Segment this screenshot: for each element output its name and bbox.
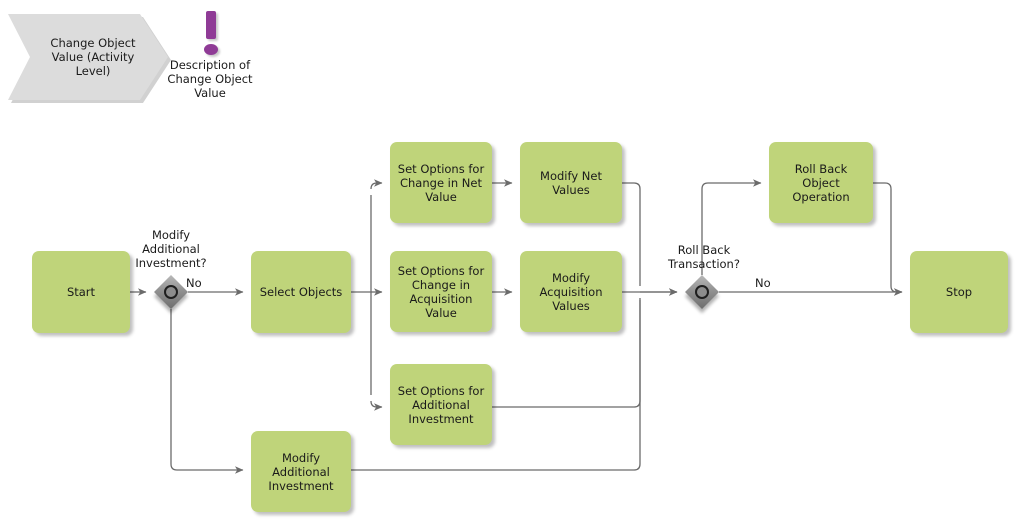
- edge-split-to-set-net: [370, 179, 383, 190]
- edge-modify-net-to-merge: [622, 182, 641, 286]
- node-label-start: Start: [66, 285, 96, 299]
- node-modify_addl[interactable]: Modify Additional Investment: [251, 431, 351, 512]
- edge-rollback-object-to-stop: [873, 182, 903, 296]
- node-label-modify_net: Modify Net Values: [540, 168, 602, 197]
- decision-dec_modify_addl[interactable]: [154, 275, 188, 309]
- node-set_addl[interactable]: Set Options for Additional Investment: [390, 364, 492, 445]
- decision-ring-icon-dec_modify_addl: [164, 285, 178, 299]
- node-label-modify_addl: Modify Additional Investment: [268, 450, 334, 493]
- node-modify_net[interactable]: Modify Net Values: [520, 142, 622, 223]
- node-label-stop: Stop: [945, 285, 973, 299]
- decision-dec_rollback[interactable]: [685, 275, 719, 309]
- flowchart-canvas: Change Object Value (Activity Level) Des…: [0, 0, 1020, 520]
- edge-label-no_modify_addl: No: [186, 276, 202, 290]
- node-label-rollback_obj: Roll Back Object Operation: [792, 161, 850, 204]
- edge-split-to-set-additional: [370, 400, 383, 411]
- node-label-set_net: Set Options for Change in Net Value: [397, 161, 485, 204]
- node-label-select_objects: Select Objects: [259, 285, 343, 299]
- edge-decision-to-modify-additional: [170, 309, 244, 474]
- node-label-set_acq: Set Options for Change in Acquisition Va…: [397, 263, 485, 320]
- decision-ring-icon-dec_rollback: [695, 285, 709, 299]
- node-modify_acq[interactable]: Modify Acquisition Values: [520, 251, 622, 332]
- node-label-modify_acq: Modify Acquisition Values: [539, 270, 603, 313]
- node-stop[interactable]: Stop: [910, 251, 1008, 333]
- node-rollback_obj[interactable]: Roll Back Object Operation: [769, 142, 873, 223]
- node-label-set_addl: Set Options for Additional Investment: [397, 383, 485, 426]
- decision-label-dec_modify_addl: Modify Additional Investment?: [135, 228, 207, 270]
- node-set_net[interactable]: Set Options for Change in Net Value: [390, 142, 492, 223]
- node-select_objects[interactable]: Select Objects: [251, 251, 351, 333]
- decision-label-dec_rollback: Roll Back Transaction?: [668, 243, 740, 271]
- edge-label-no_rollback: No: [755, 276, 771, 290]
- node-set_acq[interactable]: Set Options for Change in Acquisition Va…: [390, 251, 492, 332]
